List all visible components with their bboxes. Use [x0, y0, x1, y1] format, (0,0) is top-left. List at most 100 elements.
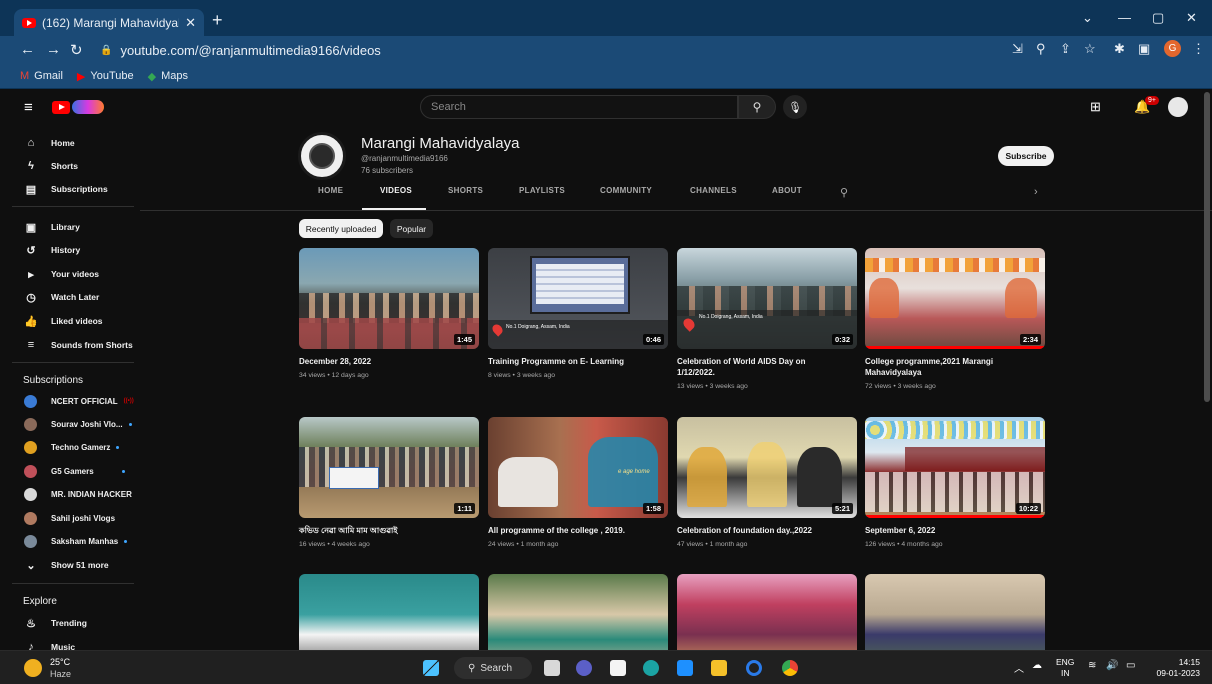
channel-avatar[interactable]	[298, 132, 346, 180]
app-l-icon[interactable]	[677, 660, 693, 676]
sidebar-item-trending[interactable]: ♨ Trending	[0, 612, 140, 634]
bookmark-gmail[interactable]: M Gmail	[20, 70, 63, 82]
weather-icon[interactable]	[24, 659, 42, 677]
video-card[interactable]	[299, 574, 479, 650]
tab-close-icon[interactable]: ✕	[185, 15, 196, 31]
video-card[interactable]: 2:34 College programme,2021 Marangi Mahav…	[865, 248, 1045, 390]
voice-search-button[interactable]: 🎙	[783, 95, 807, 119]
video-thumbnail[interactable]	[865, 574, 1045, 650]
subscribe-button[interactable]: Subscribe	[998, 146, 1054, 166]
video-thumbnail[interactable]	[299, 574, 479, 650]
maximize-icon[interactable]: ▢	[1152, 10, 1164, 26]
share-icon[interactable]: ⇪	[1060, 41, 1071, 57]
browser-profile-avatar[interactable]: G	[1164, 40, 1181, 57]
minimize-icon[interactable]: —	[1118, 10, 1131, 25]
clock[interactable]: 14:15 09-01-2023	[1150, 657, 1200, 679]
bookmark-maps[interactable]: ◆ Maps	[148, 70, 188, 83]
video-thumbnail[interactable]: No.1 Doigrang, Assam, India 0:46	[488, 248, 668, 349]
tray-chevron-icon[interactable]: ︿	[1014, 660, 1024, 675]
tab-search-chevron-icon[interactable]: ⌄	[1082, 10, 1093, 26]
store-icon[interactable]	[610, 660, 626, 676]
task-view-icon[interactable]	[544, 660, 560, 676]
create-video-icon[interactable]: ⊞	[1090, 99, 1101, 115]
bookmark-youtube[interactable]: ▶ YouTube	[77, 70, 134, 83]
video-card[interactable]	[677, 574, 857, 650]
wifi-icon[interactable]: ≋	[1088, 660, 1096, 671]
video-card[interactable]: No.1 Doigrang, Assam, India 0:32 Celebra…	[677, 248, 857, 390]
tab-about[interactable]: ABOUT	[772, 186, 802, 195]
new-tab-icon[interactable]: +	[212, 10, 223, 31]
subscription-item[interactable]: Sahil joshi Vlogs	[0, 507, 140, 529]
youtube-doodle-logo[interactable]	[72, 100, 104, 114]
video-card[interactable]: 10:22 September 6, 2022 126 views • 4 mo…	[865, 417, 1045, 548]
extensions-icon[interactable]: ✱	[1114, 41, 1125, 57]
close-window-icon[interactable]: ✕	[1186, 10, 1197, 26]
sidebar-item-liked-videos[interactable]: 👍 Liked videos	[0, 310, 140, 332]
browser-menu-icon[interactable]: ⋮	[1192, 41, 1205, 57]
sidebar-item-history[interactable]: ↺ History	[0, 239, 140, 261]
subscription-item[interactable]: G5 Gamers	[0, 460, 140, 482]
start-icon[interactable]	[423, 660, 439, 676]
video-card[interactable]: 1:11 কভিড নেৱা আমি মাম আগুৱাই 16 views •…	[299, 417, 479, 548]
browser-tab[interactable]: (162) Marangi Mahavidyalaya - Y ✕	[14, 9, 204, 36]
video-card[interactable]: e age home 1:58 All programme of the col…	[488, 417, 668, 548]
subscription-item[interactable]: MR. INDIAN HACKER	[0, 483, 140, 505]
show-more-button[interactable]: ⌄ Show 51 more	[0, 554, 140, 576]
tab-community[interactable]: COMMUNITY	[600, 186, 652, 195]
tab-shorts[interactable]: SHORTS	[448, 186, 483, 195]
tab-videos[interactable]: VIDEOS	[380, 186, 412, 195]
channel-search-icon[interactable]: ⚲	[840, 186, 848, 199]
search-button[interactable]: ⚲	[738, 95, 776, 119]
sidebar-item-library[interactable]: ▣ Library	[0, 216, 140, 238]
edge-icon[interactable]	[643, 660, 659, 676]
chip-popular[interactable]: Popular	[390, 219, 433, 238]
menu-icon[interactable]: ≡	[24, 99, 33, 116]
sidebar-item-home[interactable]: ⌂ Home	[0, 132, 140, 154]
sidepanel-icon[interactable]: ▣	[1138, 41, 1150, 57]
chip-recently-uploaded[interactable]: Recently uploaded	[299, 219, 383, 238]
video-card[interactable]	[865, 574, 1045, 650]
tab-home[interactable]: HOME	[318, 186, 343, 195]
video-card[interactable]: 5:21 Celebration of foundation day.,2022…	[677, 417, 857, 548]
sidebar-item-sounds-from-shorts[interactable]: ≡ Sounds from Shorts	[0, 334, 140, 356]
back-icon[interactable]: ←	[20, 41, 35, 58]
video-thumbnail[interactable]: No.1 Doigrang, Assam, India 0:32	[677, 248, 857, 349]
battery-icon[interactable]: ▭	[1126, 660, 1135, 671]
chrome-icon[interactable]	[782, 660, 798, 676]
sidebar-item-shorts[interactable]: ϟ Shorts	[0, 155, 140, 177]
forward-icon[interactable]: →	[46, 41, 61, 58]
video-thumbnail[interactable]	[488, 574, 668, 650]
video-thumbnail[interactable]: e age home 1:58	[488, 417, 668, 518]
file-explorer-icon[interactable]	[711, 660, 727, 676]
subscription-item[interactable]: Sourav Joshi Vlo...	[0, 413, 140, 435]
video-card[interactable]	[488, 574, 668, 650]
taskbar-search[interactable]: ⚲ Search	[454, 657, 532, 679]
video-thumbnail[interactable]: 2:34	[865, 248, 1045, 349]
sidebar-item-subscriptions[interactable]: ▤ Subscriptions	[0, 178, 140, 200]
language-indicator[interactable]: ENG IN	[1056, 657, 1074, 679]
reload-icon[interactable]: ↻	[70, 41, 83, 59]
tab-playlists[interactable]: PLAYLISTS	[519, 186, 565, 195]
account-avatar[interactable]	[1168, 97, 1188, 117]
volume-icon[interactable]: 🔊	[1106, 660, 1118, 671]
sidebar-item-watch-later[interactable]: ◷ Watch Later	[0, 286, 140, 308]
video-thumbnail[interactable]: 1:11	[299, 417, 479, 518]
zoom-icon[interactable]: ⚲	[1036, 41, 1046, 57]
video-thumbnail[interactable]: 10:22	[865, 417, 1045, 518]
video-card[interactable]: No.1 Doigrang, Assam, India 0:46 Trainin…	[488, 248, 668, 379]
page-scrollbar[interactable]	[1204, 92, 1210, 402]
subscription-item[interactable]: Techno Gamerz	[0, 436, 140, 458]
sidebar-item-your-videos[interactable]: ▸ Your videos	[0, 263, 140, 285]
video-thumbnail[interactable]	[677, 574, 857, 650]
bookmark-star-icon[interactable]: ☆	[1084, 41, 1096, 57]
chevron-right-icon[interactable]: ›	[1034, 186, 1038, 198]
search-input[interactable]: Search	[420, 95, 738, 119]
cortana-icon[interactable]	[746, 660, 762, 676]
chat-icon[interactable]	[576, 660, 592, 676]
install-app-icon[interactable]: ⇲	[1012, 41, 1023, 57]
subscription-item[interactable]: NCERT OFFICIAL ((•))	[0, 390, 140, 412]
video-thumbnail[interactable]: 5:21	[677, 417, 857, 518]
video-card[interactable]: 1:45 December 28, 2022 34 views • 12 day…	[299, 248, 479, 379]
youtube-logo-icon[interactable]	[52, 101, 70, 114]
cloud-icon[interactable]: ☁	[1032, 660, 1042, 671]
